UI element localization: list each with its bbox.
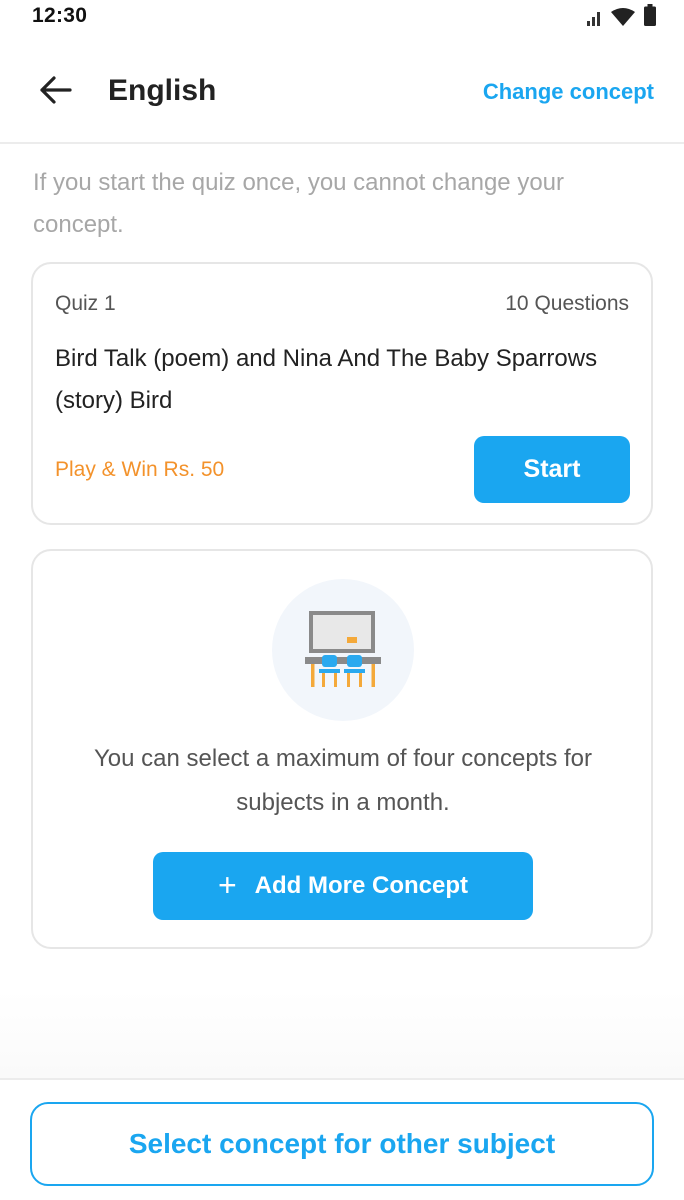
illustration-circle xyxy=(272,579,414,721)
quiz-card: Quiz 1 10 Questions Bird Talk (poem) and… xyxy=(31,262,653,525)
battery-icon xyxy=(644,4,656,26)
page-title: English xyxy=(108,74,217,107)
signal-icon xyxy=(586,10,602,26)
prize-text: Play & Win Rs. 50 xyxy=(55,458,225,481)
change-concept-link[interactable]: Change concept xyxy=(483,79,654,105)
wifi-icon xyxy=(611,8,635,26)
status-icons xyxy=(586,4,656,26)
quiz-label: Quiz 1 xyxy=(55,292,116,315)
add-more-concept-label: Add More Concept xyxy=(254,872,468,899)
app-bar: English Change concept xyxy=(0,56,684,128)
question-count: 10 Questions xyxy=(505,292,629,315)
status-bar: 12:30 xyxy=(0,0,684,34)
header-divider xyxy=(0,142,684,144)
add-more-concept-button[interactable]: + Add More Concept xyxy=(153,852,533,920)
bottom-fade xyxy=(0,990,684,1078)
plus-icon: + xyxy=(217,866,237,903)
concept-limit-card: You can select a maximum of four concept… xyxy=(31,549,653,949)
arrow-left-icon xyxy=(38,75,72,110)
concept-limit-message: You can select a maximum of four concept… xyxy=(93,745,593,816)
select-other-subject-button[interactable]: Select concept for other subject xyxy=(30,1102,654,1186)
footer-divider xyxy=(0,1078,684,1080)
back-button[interactable] xyxy=(28,70,82,114)
start-button[interactable]: Start xyxy=(474,436,630,503)
quiz-title: Bird Talk (poem) and Nina And The Baby S… xyxy=(55,345,598,414)
quiz-notice: If you start the quiz once, you cannot c… xyxy=(33,169,564,238)
status-time: 12:30 xyxy=(32,4,88,27)
